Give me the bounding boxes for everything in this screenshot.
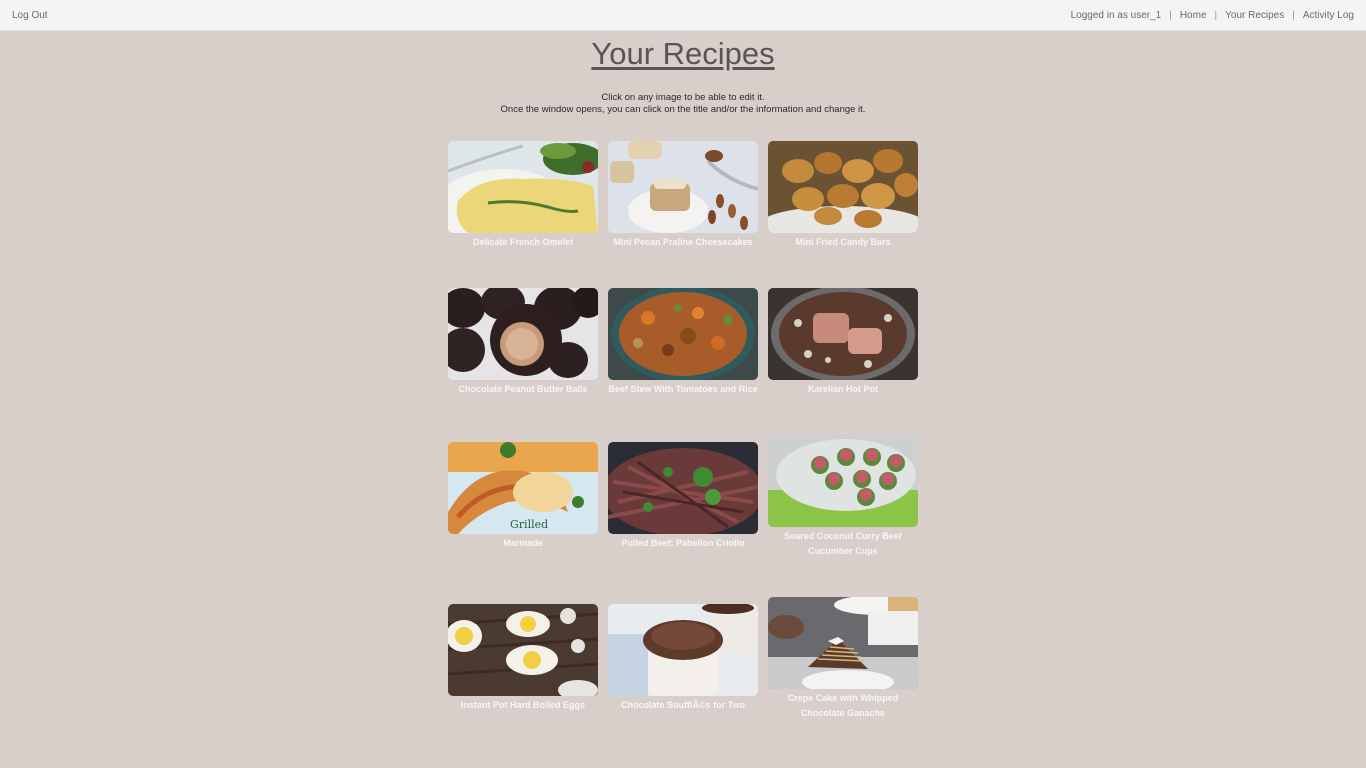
recipe-title[interactable]: Chocolate SoufflÃ©s for Two	[608, 698, 758, 713]
hot-pot-photo[interactable]	[768, 288, 918, 380]
recipe-card: Chocolate SoufflÃ©s for Two	[608, 604, 758, 713]
logout-link[interactable]: Log Out	[12, 10, 48, 21]
activity-log-link[interactable]: Activity Log	[1303, 10, 1354, 21]
recipe-title[interactable]: Crepe Cake with Whipped Chocolate Ganach…	[768, 691, 918, 721]
recipe-title[interactable]: Beef Stew With Tomatoes and Rice	[608, 382, 758, 397]
recipe-title[interactable]: Mini Pecan Praline Cheesecakes	[608, 235, 758, 250]
nav-separator: |	[1292, 10, 1295, 21]
recipe-title[interactable]: Karelian Hot Pot	[768, 382, 918, 397]
fried-candy-photo[interactable]	[768, 141, 918, 233]
instruction-line: Once the window opens, you can click on …	[500, 104, 866, 115]
crepe-cake-photo[interactable]	[768, 597, 918, 689]
shrimp-photo[interactable]: Grilled	[448, 442, 598, 534]
instructions: Click on any image to be able to edit it…	[0, 92, 1366, 116]
page-title: Your Recipes	[591, 36, 775, 71]
recipe-card: Mini Pecan Praline Cheesecakes	[608, 141, 758, 250]
chocolate-balls-photo[interactable]	[448, 288, 598, 380]
recipe-card: Delicate French Omelet	[448, 141, 598, 250]
recipe-title[interactable]: Mini Fried Candy Bars	[768, 235, 918, 250]
nav-separator: |	[1169, 10, 1172, 21]
recipe-title[interactable]: Delicate French Omelet	[448, 235, 598, 250]
top-nav-bar: Log Out Logged in as user_1 | Home | You…	[0, 0, 1366, 31]
recipe-title[interactable]: Pulled Beef: Pabellon Criollo	[608, 536, 758, 551]
recipe-title[interactable]: Seared Coconut Curry Beef Cucumber Cups	[768, 529, 918, 559]
nav-separator: |	[1214, 10, 1218, 21]
image-overlay-text: Grilled	[510, 518, 548, 531]
recipe-card: Chocolate Peanut Butter Balls	[448, 288, 598, 397]
recipe-card: Beef Stew With Tomatoes and Rice	[608, 288, 758, 397]
recipe-title[interactable]: Marinade	[448, 536, 598, 551]
omelet-photo[interactable]	[448, 141, 598, 233]
your-recipes-link[interactable]: Your Recipes	[1225, 10, 1284, 21]
recipe-card: Seared Coconut Curry Beef Cucumber Cups	[768, 435, 918, 559]
recipe-card: Instant Pot Hard Boiled Eggs	[448, 604, 598, 713]
instruction-line: Click on any image to be able to edit it…	[601, 92, 765, 103]
top-nav-right: Logged in as user_1 | Home | Your Recipe…	[1071, 10, 1354, 21]
logged-in-status: Logged in as user_1	[1070, 10, 1162, 21]
recipe-card: Karelian Hot Pot	[768, 288, 918, 397]
recipe-card: Grilled Marinade	[448, 442, 598, 551]
eggs-photo[interactable]	[448, 604, 598, 696]
home-link[interactable]: Home	[1180, 10, 1207, 21]
recipe-card: Mini Fried Candy Bars	[768, 141, 918, 250]
recipe-card: Crepe Cake with Whipped Chocolate Ganach…	[768, 597, 918, 721]
recipe-title[interactable]: Chocolate Peanut Butter Balls	[448, 382, 598, 397]
beef-stew-photo[interactable]	[608, 288, 758, 380]
cucumber-cups-photo[interactable]	[768, 435, 918, 527]
pulled-beef-photo[interactable]	[608, 442, 758, 534]
cheesecake-photo[interactable]	[608, 141, 758, 233]
souffle-photo[interactable]	[608, 604, 758, 696]
recipe-title[interactable]: Instant Pot Hard Boiled Eggs	[448, 698, 598, 713]
recipe-card: Pulled Beef: Pabellon Criollo	[608, 442, 758, 551]
